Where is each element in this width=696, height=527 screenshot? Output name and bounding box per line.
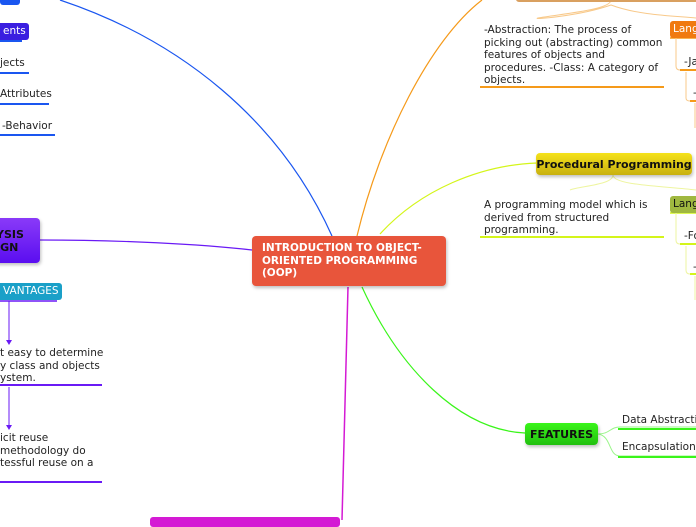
procedural-description[interactable]: A programming model which is derived fro… (484, 199, 654, 237)
advantages-tag[interactable]: VANTAGES (0, 283, 62, 300)
top-left-node[interactable] (0, 0, 20, 5)
advantage-item[interactable]: icit reuse methodology do tessful reuse … (0, 432, 93, 470)
elements-tag[interactable]: ents (0, 23, 29, 40)
bottom-node[interactable] (150, 517, 340, 527)
analysis-design-node[interactable]: YSIS IGN (0, 218, 40, 263)
left-item[interactable]: -Behavior (2, 120, 52, 133)
oop-node[interactable] (516, 0, 696, 2)
procedural-programming-node[interactable]: Procedural Programming (536, 153, 692, 175)
oop-language-item[interactable]: -Ja (684, 56, 696, 69)
left-item[interactable]: Attributes (0, 88, 52, 101)
procedural-languages-tag[interactable]: Lang (670, 196, 696, 213)
oop-description[interactable]: -Abstraction: The process of picking out… (484, 24, 664, 87)
advantage-item[interactable]: t easy to determine y class and objects … (0, 347, 103, 385)
procedural-language-item[interactable]: -Fo (684, 230, 696, 243)
oop-languages-tag[interactable]: Lang (670, 21, 696, 38)
left-item[interactable]: jects (0, 57, 25, 70)
features-node[interactable]: FEATURES (525, 423, 598, 445)
feature-item[interactable]: Encapsulation (622, 441, 696, 454)
feature-item[interactable]: Data Abstraction (622, 414, 696, 427)
central-topic[interactable]: INTRODUCTION TO OBJECT-ORIENTED PROGRAMM… (252, 236, 446, 286)
